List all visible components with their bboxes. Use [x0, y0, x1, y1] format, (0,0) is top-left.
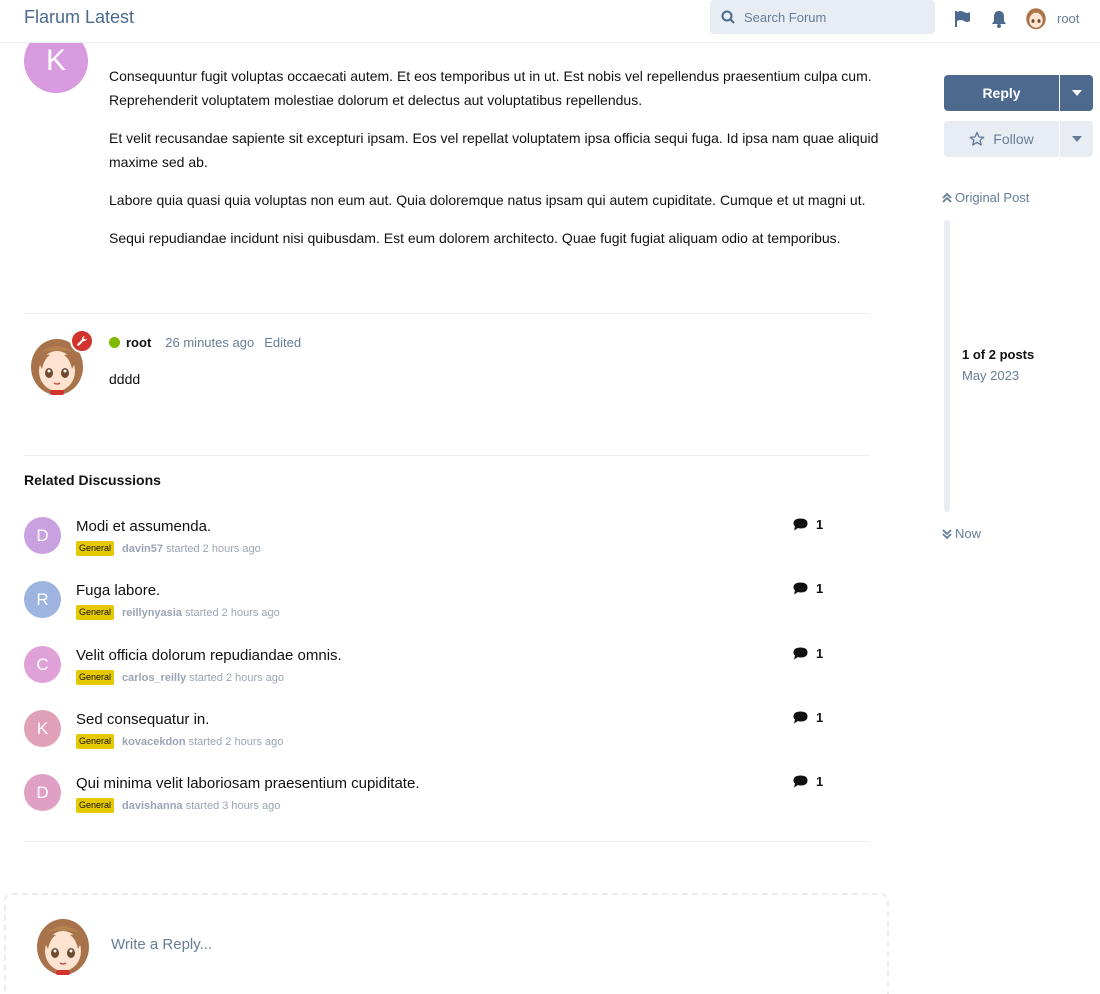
reply-count: 1	[793, 710, 823, 725]
scrubber-original-post[interactable]: Original Post	[942, 190, 1029, 205]
post-paragraph: Et velit recusandae sapiente sit exceptu…	[109, 130, 879, 170]
tag-badge[interactable]: General	[76, 670, 115, 685]
tag-badge[interactable]: General	[76, 605, 115, 620]
follow-label: Follow	[993, 131, 1034, 147]
author-avatar[interactable]: D	[24, 774, 61, 811]
author-avatar[interactable]: R	[24, 581, 61, 618]
anime-avatar-icon	[37, 919, 89, 975]
reply-composer-placeholder[interactable]: Write a Reply...	[4, 893, 889, 994]
discussion-author[interactable]: carlos_reilly	[122, 672, 186, 684]
discussion-title[interactable]: Velit officia dolorum repudiandae omnis.	[76, 647, 342, 664]
online-indicator	[109, 337, 120, 348]
discussion-meta: General carlos_reilly started 2 hours ago	[76, 670, 284, 685]
caret-down-icon	[1071, 136, 1082, 142]
reply-count: 1	[793, 517, 823, 532]
comment-icon	[793, 518, 808, 531]
discussion-started: started 2 hours ago	[188, 735, 284, 748]
bell-icon	[992, 11, 1006, 28]
follow-dropdown-button[interactable]	[1060, 121, 1093, 157]
discussion-title[interactable]: Sed consequatur in.	[76, 711, 209, 728]
double-chevron-up-icon	[942, 192, 952, 203]
discussion-meta: General davishanna started 3 hours ago	[76, 798, 280, 813]
user-avatar	[34, 913, 92, 977]
author-avatar[interactable]: C	[24, 646, 61, 683]
post-body: Consequuntur fugit voluptas occaecati au…	[109, 64, 879, 264]
discussion-started: started 2 hours ago	[166, 542, 261, 555]
tag-badge[interactable]: General	[76, 798, 115, 813]
search-box[interactable]	[710, 0, 935, 34]
discussion-title[interactable]: Fuga labore.	[76, 582, 160, 599]
related-discussion-item[interactable]: K Sed consequatur in. General kovacekdon sta…	[24, 710, 844, 754]
post-divider	[24, 455, 869, 456]
reply-count: 1	[793, 581, 823, 596]
discussion-title[interactable]: Modi et assumenda.	[76, 518, 211, 535]
notifications-button[interactable]	[991, 10, 1007, 33]
discussion-meta: General reillynyasia started 2 hours ago	[76, 605, 280, 620]
follow-button[interactable]: Follow	[944, 121, 1059, 157]
caret-down-icon	[1071, 90, 1082, 96]
scrubber-date: May 2023	[962, 368, 1020, 383]
related-divider	[24, 841, 869, 842]
related-discussion-item[interactable]: C Velit officia dolorum repudiandae omnis…	[24, 646, 844, 690]
reply-placeholder-text: Write a Reply...	[111, 936, 213, 953]
header-username: root	[1057, 10, 1080, 26]
related-discussion-item[interactable]: D Qui minima velit laboriosam praesentium…	[24, 774, 844, 818]
discussion-author[interactable]: kovacekdon	[122, 736, 186, 748]
reply-button[interactable]: Reply	[944, 75, 1059, 111]
tag-badge[interactable]: General	[76, 541, 115, 556]
post-time[interactable]: 26 minutes ago	[165, 335, 254, 350]
comment-icon	[793, 582, 808, 595]
star-icon	[969, 131, 985, 146]
discussion-meta: General davin57 started 2 hours ago	[76, 541, 261, 556]
comment-icon	[793, 775, 808, 788]
discussion-author[interactable]: reillynyasia	[122, 607, 182, 619]
user-menu-button[interactable]: root	[1025, 6, 1079, 30]
tag-badge[interactable]: General	[76, 734, 115, 749]
discussion-started: started 2 hours ago	[189, 671, 285, 684]
reply-count: 1	[793, 774, 823, 789]
scrubber-count: 1 of 2 posts	[962, 347, 1035, 362]
post-paragraph: Labore quia quasi quia voluptas non eum …	[109, 192, 866, 208]
post-divider	[24, 313, 869, 314]
discussion-author[interactable]: davin57	[122, 543, 163, 555]
flags-button[interactable]	[954, 10, 972, 33]
search-input[interactable]	[744, 9, 914, 25]
wrench-icon	[77, 335, 88, 346]
forum-brand[interactable]: Flarum Latest	[24, 7, 134, 28]
post-paragraph: Sequi repudiandae incidunt nisi quibusda…	[109, 230, 841, 246]
scrubber-now[interactable]: Now	[942, 526, 981, 541]
post-edited-label[interactable]: Edited	[264, 335, 301, 350]
scrubber-track[interactable]	[944, 220, 950, 512]
post-paragraph: Consequuntur fugit voluptas occaecati au…	[109, 68, 872, 108]
post-content: dddd	[109, 371, 141, 387]
comment-icon	[793, 647, 808, 660]
comment-icon	[793, 711, 808, 724]
search-icon	[721, 10, 735, 24]
related-discussions-title: Related Discussions	[24, 472, 161, 488]
post-username[interactable]: root	[126, 335, 151, 350]
discussion-author[interactable]: davishanna	[122, 800, 183, 812]
discussion-started: started 3 hours ago	[185, 799, 281, 812]
flag-icon	[955, 11, 970, 27]
discussion-meta: General kovacekdon started 2 hours ago	[76, 734, 283, 749]
related-discussion-item[interactable]: D Modi et assumenda. General davin57 started…	[24, 517, 844, 561]
double-chevron-down-icon	[942, 528, 952, 539]
reply-dropdown-button[interactable]	[1060, 75, 1093, 111]
app-header: Flarum Latest root	[0, 0, 1100, 43]
author-avatar[interactable]: D	[24, 517, 61, 554]
post-meta: root 26 minutes ago Edited	[109, 335, 301, 350]
author-avatar[interactable]: K	[24, 710, 61, 747]
related-discussion-item[interactable]: R Fuga labore. General reillynyasia started …	[24, 581, 844, 625]
reply-count: 1	[793, 646, 823, 661]
anime-avatar-icon	[1026, 8, 1046, 30]
discussion-started: started 2 hours ago	[184, 606, 280, 619]
discussion-title[interactable]: Qui minima velit laboriosam praesentium …	[76, 775, 419, 792]
moderator-badge	[70, 329, 94, 353]
